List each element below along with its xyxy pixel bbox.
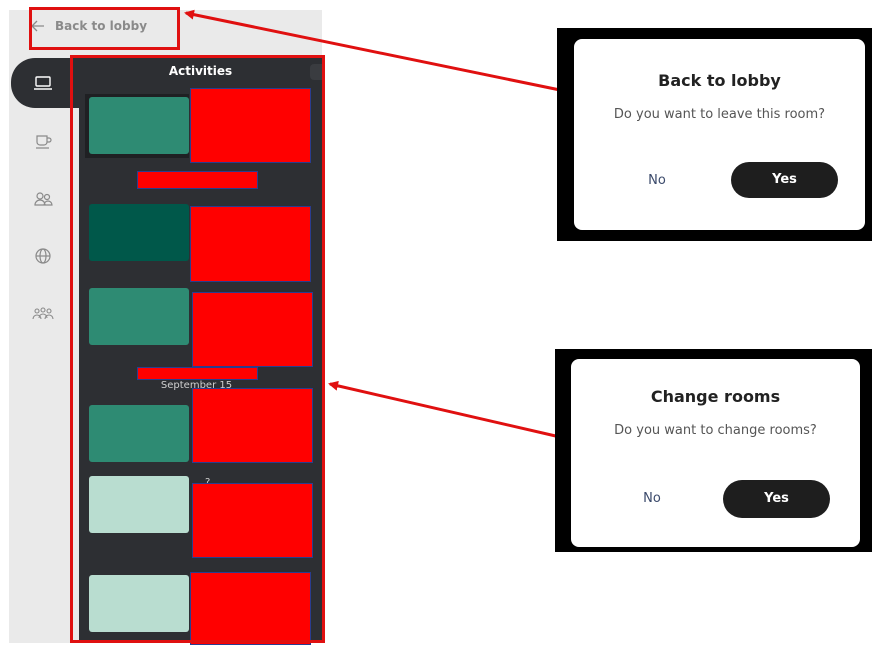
arrow-to-activities-panel bbox=[328, 380, 561, 439]
change-rooms-dialog: Change rooms Do you want to change rooms… bbox=[571, 359, 860, 547]
activities-panel-highlight bbox=[70, 55, 325, 643]
people-icon[interactable] bbox=[32, 188, 54, 210]
back-to-lobby-dialog: Back to lobby Do you want to leave this … bbox=[574, 39, 865, 230]
dialog-message: Do you want to change rooms? bbox=[614, 423, 817, 438]
dialog-message: Do you want to leave this room? bbox=[613, 107, 826, 122]
back-to-lobby-dialog-screenshot: Back to lobby Do you want to leave this … bbox=[557, 28, 872, 241]
dialog-title: Change rooms bbox=[650, 387, 781, 406]
yes-button[interactable]: Yes bbox=[723, 480, 830, 518]
change-rooms-dialog-screenshot: Change rooms Do you want to change rooms… bbox=[555, 349, 872, 552]
coffee-icon[interactable] bbox=[32, 130, 54, 152]
back-to-lobby-highlight bbox=[29, 7, 180, 50]
laptop-icon[interactable] bbox=[32, 72, 54, 94]
group-icon[interactable] bbox=[32, 303, 54, 325]
globe-icon[interactable] bbox=[32, 245, 54, 267]
dialog-title: Back to lobby bbox=[658, 71, 781, 90]
no-button[interactable]: No bbox=[627, 491, 677, 506]
yes-button[interactable]: Yes bbox=[731, 162, 838, 198]
no-button[interactable]: No bbox=[632, 173, 682, 188]
